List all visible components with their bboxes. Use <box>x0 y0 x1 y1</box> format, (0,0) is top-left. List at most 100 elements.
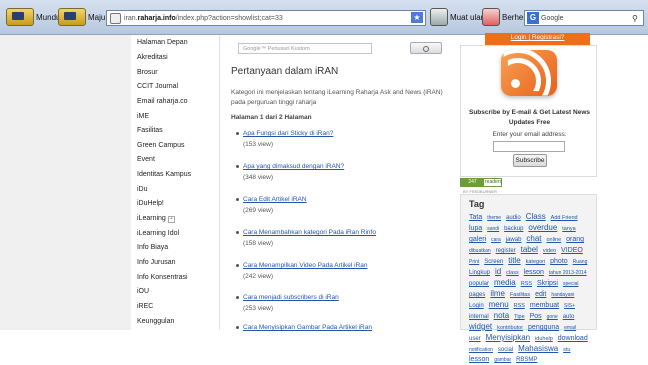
tag-link[interactable]: register <box>496 248 516 254</box>
search-icon[interactable]: ⚲ <box>632 14 643 23</box>
google-icon[interactable]: G <box>527 12 539 24</box>
tag-link[interactable]: kontributor <box>497 325 523 331</box>
tag-link[interactable]: chat <box>526 234 541 243</box>
tag-link[interactable]: download <box>558 335 588 342</box>
tag-link[interactable]: Print <box>469 259 479 265</box>
feedburner-badge[interactable]: 247 readers BY FEEDBURNER <box>460 178 502 194</box>
nav-item[interactable]: Halaman Depan <box>137 39 188 46</box>
tag-link[interactable]: backup <box>504 226 523 232</box>
rss-feed-icon[interactable] <box>501 50 557 96</box>
tag-link[interactable]: Ruang <box>573 259 588 265</box>
tag-link[interactable]: audio <box>506 215 521 221</box>
tag-link[interactable]: internal <box>469 314 489 320</box>
tag-link[interactable]: auto <box>563 314 575 320</box>
tag-link[interactable]: sandi <box>487 226 499 232</box>
tag-link[interactable]: RSS <box>514 303 525 309</box>
tag-link[interactable]: gambar <box>494 357 511 363</box>
tag-link[interactable]: online <box>546 237 561 243</box>
tag-link[interactable]: VIDEO <box>561 247 583 254</box>
browser-search-box[interactable]: G Google ⚲ <box>524 10 644 26</box>
reload-button[interactable]: Muat ulang <box>430 7 490 27</box>
nav-item[interactable]: Email raharja.co <box>137 98 188 105</box>
tag-link[interactable]: popular <box>469 281 489 287</box>
tag-link[interactable]: overdue <box>528 223 557 232</box>
nav-item[interactable]: Akreditasi <box>137 54 168 61</box>
tag-link[interactable]: lesson <box>469 356 489 363</box>
tag-link[interactable]: iduhelp <box>535 336 553 342</box>
tag-link[interactable]: special <box>563 281 579 287</box>
nav-item[interactable]: Event <box>137 156 155 163</box>
tag-link[interactable]: nota <box>494 311 510 320</box>
tag-link[interactable]: email <box>564 325 576 331</box>
tag-link[interactable]: notification <box>469 347 493 353</box>
tag-link[interactable]: Add Friend <box>551 215 578 221</box>
bookmark-star-icon[interactable]: ★ <box>411 12 423 23</box>
nav-item-ilearning[interactable]: iLearning + <box>137 215 175 223</box>
post-link[interactable]: Apa yang dimaksud dengan iRAN? <box>243 163 344 170</box>
forward-button[interactable]: Maju <box>58 7 105 27</box>
post-link[interactable]: Apa Fungsi dari Sticky di iRan? <box>243 130 333 137</box>
tag-link[interactable]: title <box>508 256 520 265</box>
plus-icon[interactable]: + <box>167 216 175 223</box>
nav-item[interactable]: iME <box>137 113 149 120</box>
tag-link[interactable]: user <box>469 336 481 342</box>
tag-link[interactable]: Tipe <box>514 314 525 320</box>
tag-link[interactable]: tanya <box>562 226 575 232</box>
tag-link[interactable]: Login <box>469 303 484 309</box>
tag-link[interactable]: social <box>498 347 513 353</box>
tag-link[interactable]: galeri <box>469 236 486 243</box>
tag-link[interactable]: membuat <box>530 302 559 309</box>
tag-link[interactable]: class <box>506 270 519 276</box>
tag-link[interactable]: Mahasiswa <box>518 344 558 353</box>
login-link[interactable]: Login <box>511 34 527 41</box>
nav-item[interactable]: Green Campus <box>137 142 184 149</box>
post-link[interactable]: Cara Menampilkan Video Pada Artikel iRan <box>243 262 368 269</box>
nav-item[interactable]: Info Jurusan <box>137 259 176 266</box>
tag-link[interactable]: cara <box>491 237 501 243</box>
tag-link[interactable]: lupa <box>469 225 482 232</box>
tag-link[interactable]: Screen <box>484 259 503 265</box>
tag-link[interactable]: Tata <box>469 214 482 221</box>
tag-link[interactable]: id <box>495 267 501 276</box>
post-link[interactable]: Cara Edit Artikel iRAN <box>243 196 307 203</box>
post-link[interactable]: Cara menjadi subscribers di iRan <box>243 294 339 301</box>
tag-link[interactable]: Lingkup <box>469 270 490 276</box>
nav-item[interactable]: iLearning Idol <box>137 230 179 237</box>
nav-item[interactable]: Info Biaya <box>137 244 168 251</box>
nav-item[interactable]: iDu <box>137 186 148 193</box>
tag-link[interactable]: dibuatkan <box>469 248 491 254</box>
nav-item[interactable]: CCIT Journal <box>137 83 178 90</box>
tag-link[interactable]: pages <box>469 292 485 298</box>
tag-link[interactable]: Menyisipkan <box>486 333 530 342</box>
tag-link[interactable]: gone <box>547 314 558 320</box>
tag-link[interactable]: Fasilitas <box>510 292 530 298</box>
tag-link[interactable]: handayani <box>551 292 574 298</box>
tag-link[interactable]: video <box>543 248 556 254</box>
tag-link[interactable]: stu <box>563 347 570 353</box>
tag-link[interactable]: Pos <box>530 313 542 320</box>
tag-link[interactable]: RBSMP <box>516 357 537 363</box>
address-url[interactable]: iran.raharja.info/index.php?action=showl… <box>124 15 283 22</box>
address-bar[interactable]: iran.raharja.info/index.php?action=showl… <box>106 10 426 26</box>
nav-item[interactable]: Info Konsentrasi <box>137 274 188 281</box>
tag-link[interactable]: jawab <box>506 237 522 243</box>
tag-link[interactable]: orang <box>566 236 584 243</box>
tag-link[interactable]: tabel <box>521 245 538 254</box>
nav-item[interactable]: iDuHelp! <box>137 200 164 207</box>
tag-link[interactable]: Class <box>526 212 546 221</box>
email-field[interactable] <box>493 141 565 152</box>
browser-search-input[interactable]: Google <box>541 15 632 22</box>
subscribe-button[interactable]: Subscribe <box>513 154 547 167</box>
tag-link[interactable]: media <box>494 278 516 287</box>
post-link[interactable]: Cara Menambahkan kategori Pada iRan Rinf… <box>243 229 376 236</box>
back-button[interactable]: Mundur <box>6 7 63 27</box>
nav-item[interactable]: Keunggulan <box>137 318 174 325</box>
nav-item[interactable]: iREC <box>137 303 153 310</box>
tag-link[interactable]: photo <box>550 258 568 265</box>
tag-link[interactable]: edit <box>535 291 546 298</box>
tag-link[interactable]: lesson <box>524 269 544 276</box>
tag-link[interactable]: Skripsi <box>537 280 558 287</box>
nav-item[interactable]: Identitas Kampus <box>137 171 191 178</box>
site-search-button[interactable] <box>410 42 442 54</box>
tag-link[interactable]: RSS <box>521 281 532 287</box>
